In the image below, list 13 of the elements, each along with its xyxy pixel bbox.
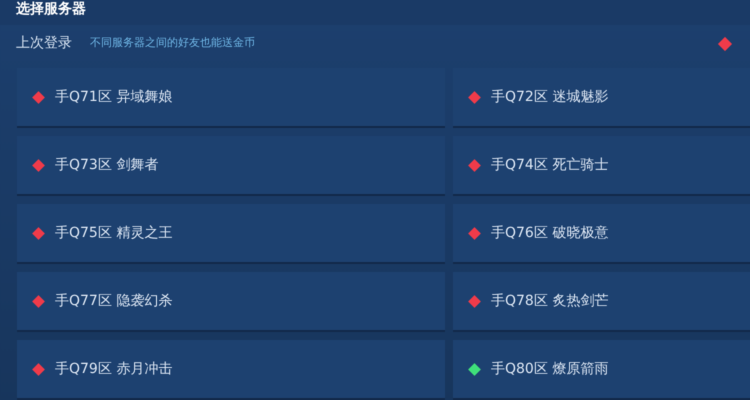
hint-text: 不同服务器之间的好友也能送金币 — [90, 35, 255, 52]
server-button[interactable]: 手Q78区 炙热剑芒 — [453, 272, 750, 332]
server-button[interactable]: 手Q77区 隐袭幻杀 — [17, 272, 445, 332]
server-button[interactable]: 手Q80区 燎原箭雨 — [453, 340, 750, 400]
last-login-label: 上次登录 — [16, 34, 72, 54]
server-button[interactable]: 手Q75区 精灵之王 — [17, 204, 445, 264]
window-title: 选择服务器 — [16, 0, 86, 18]
server-button[interactable]: 手Q79区 赤月冲击 — [17, 340, 445, 400]
server-button[interactable]: 手Q72区 迷城魅影 — [453, 68, 750, 128]
server-button[interactable]: 手Q73区 剑舞者 — [17, 136, 445, 196]
server-button[interactable]: 手Q71区 异域舞娘 — [17, 68, 445, 128]
server-button[interactable]: 手Q76区 破晓极意 — [453, 204, 750, 264]
server-button[interactable]: 手Q74区 死亡骑士 — [453, 136, 750, 196]
